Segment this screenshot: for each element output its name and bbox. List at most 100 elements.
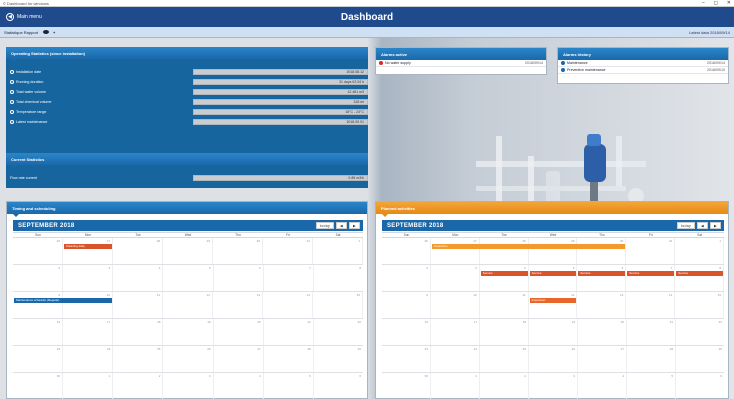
calendar-day-cell[interactable]: 6: [214, 265, 264, 291]
eye-icon[interactable]: [43, 30, 50, 34]
calendar-day-cell[interactable]: 18: [480, 319, 529, 345]
calendar-day-cell[interactable]: 18: [113, 319, 164, 345]
maximize-button[interactable]: ◻: [714, 0, 718, 6]
calendar-day-cell[interactable]: 16: [382, 319, 431, 345]
calendar-day-cell[interactable]: 13: [577, 292, 627, 318]
calendar-day-cell[interactable]: 14: [263, 292, 313, 318]
calendar-day-cell[interactable]: 3: [63, 265, 114, 291]
main-menu-button[interactable]: ◀ Main menu: [0, 13, 42, 21]
calendar-day-cell[interactable]: 2: [13, 265, 64, 291]
calendar-day-cell[interactable]: 21: [627, 319, 676, 345]
calendar-day-cell[interactable]: 12: [529, 292, 578, 318]
calendar-day-cell[interactable]: 25: [480, 346, 529, 372]
calendar-day-cell[interactable]: 5: [627, 373, 676, 399]
calendar-day-cell[interactable]: 23: [13, 346, 64, 372]
calendar-event[interactable]: Service: [480, 271, 528, 276]
calendar-event[interactable]: Cleaning daily: [64, 244, 112, 249]
alarm-item[interactable]: Maintenance 2018/09/14: [558, 60, 728, 67]
calendar-day-cell[interactable]: 12: [163, 292, 213, 318]
calendar-day-cell[interactable]: 22: [676, 319, 724, 345]
calendar-day-cell[interactable]: 30: [382, 373, 431, 399]
calendar-day-cell[interactable]: 6: [676, 373, 724, 399]
calendar-day-cell[interactable]: 17: [63, 319, 114, 345]
calendar-day-cell[interactable]: 28: [113, 238, 163, 264]
calendar-day-cell[interactable]: 2: [382, 265, 431, 291]
calendar-event[interactable]: Inspection: [431, 244, 626, 249]
calendar-day-cell[interactable]: 1: [431, 373, 480, 399]
calendar-day-cell[interactable]: 5: [163, 265, 214, 291]
calendar-day-cell[interactable]: 6: [577, 265, 627, 291]
calendar-day-cell[interactable]: 9: [382, 292, 431, 318]
calendar-event[interactable]: Service: [627, 271, 675, 276]
calendar-day-cell[interactable]: 24: [63, 346, 114, 372]
today-button[interactable]: today: [315, 222, 334, 229]
calendar-day-cell[interactable]: 2: [113, 373, 164, 399]
prev-month-button[interactable]: ◀: [336, 222, 347, 229]
calendar-day-cell[interactable]: 19: [163, 319, 214, 345]
calendar-day-cell[interactable]: 27: [578, 346, 627, 372]
calendar-event[interactable]: Service: [529, 271, 577, 276]
calendar-day-cell[interactable]: 13: [213, 292, 263, 318]
calendar-day-cell[interactable]: 24: [431, 346, 480, 372]
calendar-day-cell[interactable]: 26: [13, 238, 63, 264]
calendar-day-cell[interactable]: 3: [529, 373, 578, 399]
calendar-day-cell[interactable]: 17: [431, 319, 480, 345]
calendar-day-cell[interactable]: 28: [627, 346, 676, 372]
calendar-day-cell[interactable]: 1: [313, 238, 363, 264]
calendar-day-cell[interactable]: 11: [480, 292, 529, 318]
calendar-day-cell[interactable]: 11: [113, 292, 163, 318]
next-month-button[interactable]: ▶: [349, 222, 360, 229]
calendar-day-cell[interactable]: 7: [264, 265, 314, 291]
calendar-day-cell[interactable]: 29: [163, 238, 213, 264]
calendar-event[interactable]: Service: [676, 271, 723, 276]
calendar-day-cell[interactable]: 28: [264, 346, 314, 372]
prev-month-button[interactable]: ◀: [697, 222, 708, 229]
calendar-day-cell[interactable]: 20: [578, 319, 627, 345]
calendar-day-cell[interactable]: 28: [480, 238, 529, 264]
calendar-day-cell[interactable]: 22: [314, 319, 363, 345]
alarm-item[interactable]: Preventive maintenance 2018/09/10: [558, 67, 728, 74]
calendar-day-cell[interactable]: 6: [314, 373, 363, 399]
calendar-day-cell[interactable]: 10: [431, 292, 480, 318]
calendar-day-cell[interactable]: 30: [213, 238, 263, 264]
calendar-day-cell[interactable]: 15: [675, 292, 725, 318]
calendar-day-cell[interactable]: 3: [163, 373, 214, 399]
close-button[interactable]: ✕: [727, 0, 731, 6]
calendar-day-cell[interactable]: 25: [113, 346, 164, 372]
calendar-day-cell[interactable]: 21: [264, 319, 314, 345]
calendar-day-cell[interactable]: 29: [314, 346, 363, 372]
calendar-day-cell[interactable]: 26: [163, 346, 214, 372]
calendar-day-cell[interactable]: 4: [113, 265, 164, 291]
calendar-day-cell[interactable]: 29: [529, 238, 578, 264]
calendar-day-cell[interactable]: 23: [382, 346, 431, 372]
calendar-day-cell[interactable]: 26: [529, 346, 578, 372]
calendar-day-cell[interactable]: 27: [63, 238, 113, 264]
calendar-day-cell[interactable]: 5: [529, 265, 578, 291]
minimize-button[interactable]: –: [702, 0, 705, 6]
calendar-day-cell[interactable]: 2: [480, 373, 529, 399]
calendar-day-cell[interactable]: 29: [676, 346, 724, 372]
calendar-day-cell[interactable]: 5: [264, 373, 314, 399]
calendar-day-cell[interactable]: 19: [529, 319, 578, 345]
calendar-day-cell[interactable]: 3: [431, 265, 480, 291]
next-month-button[interactable]: ▶: [710, 222, 721, 229]
calendar-event[interactable]: Service: [578, 271, 626, 276]
calendar-day-cell[interactable]: 16: [13, 319, 64, 345]
calendar-day-cell[interactable]: 4: [214, 373, 264, 399]
calendar-day-cell[interactable]: 31: [263, 238, 313, 264]
calendar-day-cell[interactable]: 4: [480, 265, 529, 291]
calendar-event[interactable]: Maintenance schedule (Regular): [14, 298, 112, 303]
calendar-day-cell[interactable]: 27: [214, 346, 264, 372]
calendar-day-cell[interactable]: 9: [13, 292, 63, 318]
today-button[interactable]: today: [676, 222, 695, 229]
calendar-day-cell[interactable]: 30: [13, 373, 64, 399]
add-icon[interactable]: +: [53, 30, 55, 35]
calendar-day-cell[interactable]: 1: [675, 238, 725, 264]
calendar-day-cell[interactable]: 30: [577, 238, 627, 264]
calendar-day-cell[interactable]: 14: [626, 292, 676, 318]
calendar-day-cell[interactable]: 8: [314, 265, 363, 291]
calendar-day-cell[interactable]: 10: [63, 292, 113, 318]
calendar-day-cell[interactable]: 26: [382, 238, 431, 264]
calendar-day-cell[interactable]: 31: [626, 238, 676, 264]
calendar-day-cell[interactable]: 20: [214, 319, 264, 345]
